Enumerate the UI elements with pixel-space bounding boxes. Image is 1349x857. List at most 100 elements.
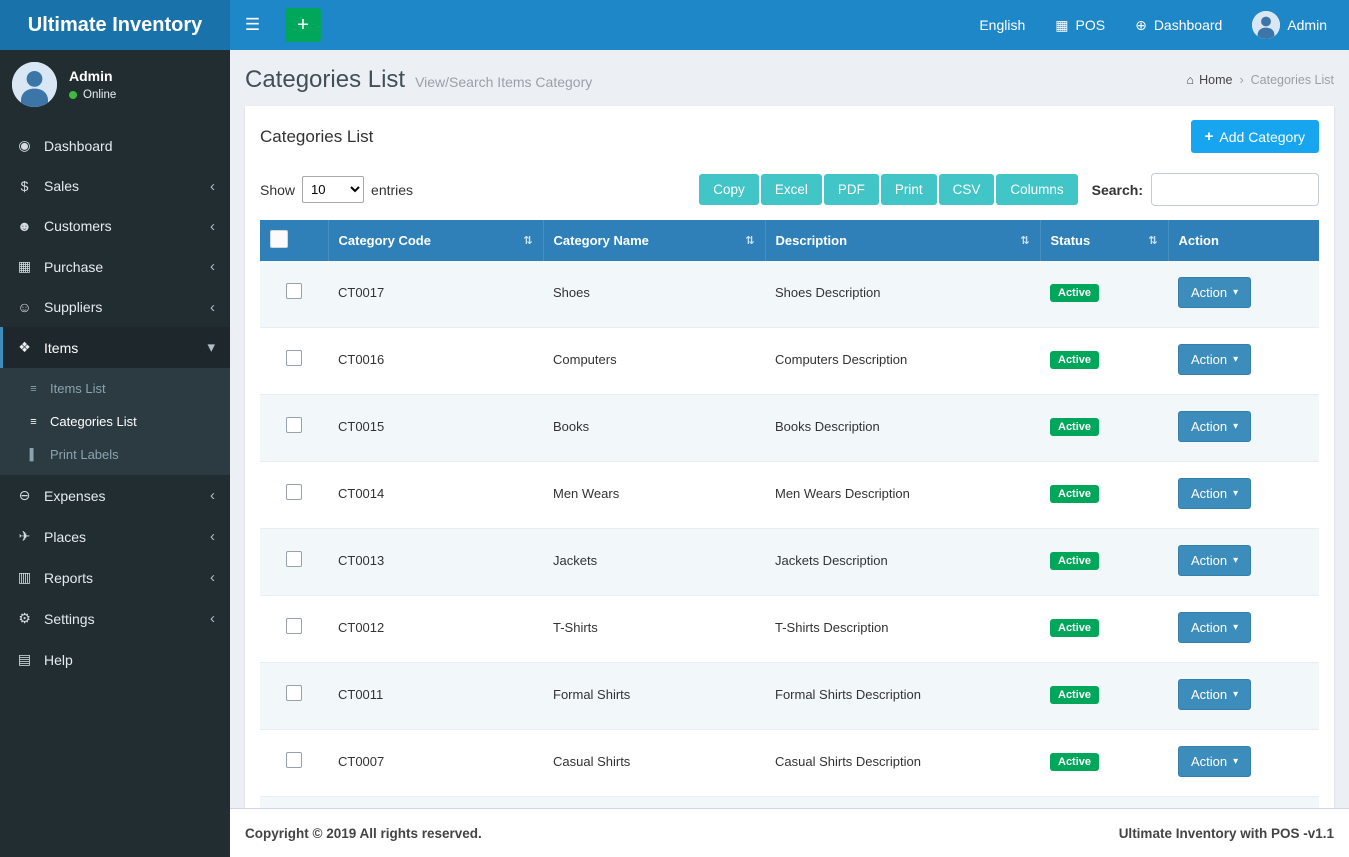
pos-link[interactable]: ▦ POS bbox=[1055, 17, 1105, 34]
row-action-button[interactable]: Action ▾ bbox=[1178, 612, 1252, 643]
row-action-button[interactable]: Action ▾ bbox=[1178, 344, 1252, 375]
column-header-description[interactable]: Description ⇅ bbox=[765, 220, 1041, 261]
caret-down-icon: ▾ bbox=[1233, 420, 1239, 432]
breadcrumb-home-label: Home bbox=[1199, 73, 1233, 87]
panel-header: Categories List + Add Category bbox=[260, 120, 1319, 153]
cell-category-code: CT0001 bbox=[328, 796, 543, 808]
language-label: English bbox=[979, 17, 1026, 33]
cell-category-name: Computers bbox=[543, 327, 765, 395]
sort-icon: ⇅ bbox=[523, 235, 533, 247]
chevron-left-icon: ‹ bbox=[210, 298, 215, 316]
status-badge: Active bbox=[1050, 350, 1100, 369]
sidebar-item-label: Places bbox=[44, 528, 87, 545]
sidebar-item-dashboard[interactable]: ◉ Dashboard bbox=[0, 125, 230, 166]
sidebar-item-customers[interactable]: ☻ Customers ‹ bbox=[0, 206, 230, 246]
sidebar-item-help[interactable]: ▤ Help bbox=[0, 639, 230, 680]
export-print-button[interactable]: Print bbox=[880, 174, 937, 205]
caret-down-icon: ▾ bbox=[1233, 487, 1239, 499]
sidebar-subitem-categories-list[interactable]: ≡ Categories List bbox=[0, 405, 230, 438]
dashboard-label: Dashboard bbox=[1153, 17, 1223, 33]
row-action-button[interactable]: Action ▾ bbox=[1178, 545, 1252, 576]
sidebar-item-label: Suppliers bbox=[44, 299, 103, 315]
main-column: Categories List View/Search Items Categor… bbox=[230, 50, 1349, 857]
sidebar-item-label: Expenses bbox=[44, 487, 106, 504]
page-subtitle: View/Search Items Category bbox=[415, 74, 593, 90]
suppliers-icon: ☺ bbox=[17, 299, 32, 315]
footer-copyright: Copyright © 2019 All rights reserved. bbox=[245, 825, 482, 841]
page-length-select[interactable]: 10 bbox=[302, 176, 365, 203]
column-header-category-name[interactable]: Category Name ⇅ bbox=[543, 220, 766, 261]
sort-icon: ⇅ bbox=[1020, 235, 1030, 247]
row-action-button[interactable]: Action ▾ bbox=[1178, 478, 1252, 509]
sidebar-item-expenses[interactable]: ⊖ Expenses ‹ bbox=[0, 475, 230, 516]
dashboard-link[interactable]: ⊕ Dashboard bbox=[1135, 17, 1222, 34]
sidebar-item-purchase[interactable]: ▦ Purchase ‹ bbox=[0, 246, 230, 287]
cell-category-name: Jeans bbox=[543, 796, 765, 808]
entries-label: entries bbox=[371, 181, 414, 198]
select-all-checkbox[interactable] bbox=[270, 230, 288, 248]
sidebar-item-suppliers[interactable]: ☺ Suppliers ‹ bbox=[0, 287, 230, 327]
table-row: CT0016 Computers Computers Description A… bbox=[260, 327, 1319, 395]
sort-icon: ⇅ bbox=[1148, 235, 1158, 247]
places-icon: ✈ bbox=[18, 528, 31, 544]
caret-down-icon: ▾ bbox=[1233, 688, 1239, 700]
export-copy-button[interactable]: Copy bbox=[699, 174, 759, 205]
sidebar-item-sales[interactable]: $ Sales ‹ bbox=[0, 166, 230, 206]
export-pdf-button[interactable]: PDF bbox=[823, 174, 879, 205]
status-badge: Active bbox=[1050, 618, 1100, 637]
column-header-action[interactable]: Action bbox=[1168, 220, 1319, 261]
search-input[interactable] bbox=[1151, 173, 1319, 206]
breadcrumb-home[interactable]: ⌂ Home bbox=[1187, 73, 1233, 87]
status-badge: Active bbox=[1050, 752, 1100, 771]
export-columns-button[interactable]: Columns bbox=[996, 174, 1078, 205]
sidebar-item-reports[interactable]: ▥ Reports ‹ bbox=[0, 557, 230, 598]
language-menu[interactable]: English bbox=[979, 17, 1025, 33]
app-logo[interactable]: Ultimate Inventory bbox=[0, 0, 230, 50]
row-checkbox[interactable] bbox=[286, 618, 302, 634]
page-length-control: Show 10 entries bbox=[260, 176, 413, 203]
sidebar-subitem-print-labels[interactable]: ▌ Print Labels bbox=[0, 438, 230, 471]
cell-category-name: Formal Shirts bbox=[543, 662, 765, 730]
row-action-button[interactable]: Action ▾ bbox=[1178, 277, 1252, 308]
chevron-left-icon: ‹ bbox=[210, 528, 215, 545]
column-header-category-code[interactable]: Category Code ⇅ bbox=[328, 220, 544, 261]
sidebar-toggle-button[interactable]: ☰ bbox=[230, 0, 275, 50]
row-checkbox[interactable] bbox=[286, 551, 302, 567]
row-checkbox[interactable] bbox=[286, 685, 302, 701]
export-csv-button[interactable]: CSV bbox=[938, 174, 995, 205]
user-menu[interactable]: Admin bbox=[1252, 11, 1327, 39]
hamburger-icon: ☰ bbox=[244, 15, 261, 34]
help-icon: ▤ bbox=[17, 651, 32, 667]
chevron-left-icon: ‹ bbox=[210, 217, 215, 235]
sidebar-item-items[interactable]: ❖ Items ▾ bbox=[0, 327, 230, 368]
online-status-label: Online bbox=[83, 89, 117, 101]
online-status: Online bbox=[69, 89, 116, 101]
row-action-button[interactable]: Action ▾ bbox=[1178, 679, 1252, 710]
home-icon: ⌂ bbox=[1186, 73, 1195, 87]
sidebar-item-places[interactable]: ✈ Places ‹ bbox=[0, 516, 230, 557]
row-checkbox[interactable] bbox=[286, 283, 302, 299]
sidebar-subitem-items-list[interactable]: ≡ Items List bbox=[0, 372, 230, 405]
row-checkbox[interactable] bbox=[286, 752, 302, 768]
sidebar-item-settings[interactable]: ⚙ Settings ‹ bbox=[0, 598, 230, 639]
row-checkbox[interactable] bbox=[286, 350, 302, 366]
row-action-button[interactable]: Action ▾ bbox=[1178, 746, 1252, 777]
export-excel-button[interactable]: Excel bbox=[760, 174, 822, 205]
caret-down-icon: ▾ bbox=[1233, 755, 1239, 767]
row-action-button[interactable]: Action ▾ bbox=[1178, 411, 1252, 442]
search-control: Search: bbox=[1092, 173, 1319, 206]
row-checkbox[interactable] bbox=[286, 484, 302, 500]
sidebar-user-text: Admin Online bbox=[69, 68, 116, 101]
sidebar-item-label: Items bbox=[44, 339, 79, 356]
column-header-status[interactable]: Status ⇅ bbox=[1040, 220, 1169, 261]
select-all-header[interactable] bbox=[260, 220, 329, 261]
cell-category-code: CT0016 bbox=[328, 327, 543, 395]
quick-add-button[interactable]: + bbox=[285, 8, 321, 42]
navbar-main: ☰ + English ▦ POS ⊕ Dashboard Admin bbox=[230, 0, 1349, 50]
row-checkbox[interactable] bbox=[286, 417, 302, 433]
cell-category-code: CT0015 bbox=[328, 394, 543, 462]
cell-category-name: Men Wears bbox=[543, 461, 765, 529]
dashboard-icon: ◉ bbox=[18, 137, 31, 153]
add-category-button[interactable]: + Add Category bbox=[1190, 120, 1319, 153]
sidebar-item-label: Customers bbox=[44, 218, 112, 234]
